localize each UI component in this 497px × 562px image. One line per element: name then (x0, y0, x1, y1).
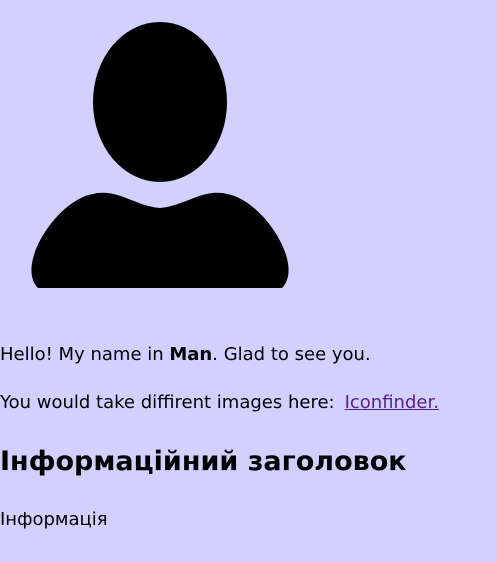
info-paragraph: Інформація (0, 509, 108, 530)
iconfinder-link[interactable]: Iconfinder. (345, 392, 439, 413)
page-heading: Інформаційний заголовок (0, 446, 407, 477)
intro-text: Hello! My name in Man. Glad to see you. (0, 344, 371, 366)
images-label: You would take diffirent images here: (0, 392, 335, 413)
intro-prefix: Hello! My name in (0, 344, 170, 365)
intro-suffix: . Glad to see you. (212, 344, 371, 365)
person-icon (31, 22, 289, 288)
name-highlight: Man (169, 344, 213, 365)
images-text: You would take diffirent images here: Ico… (0, 392, 439, 414)
